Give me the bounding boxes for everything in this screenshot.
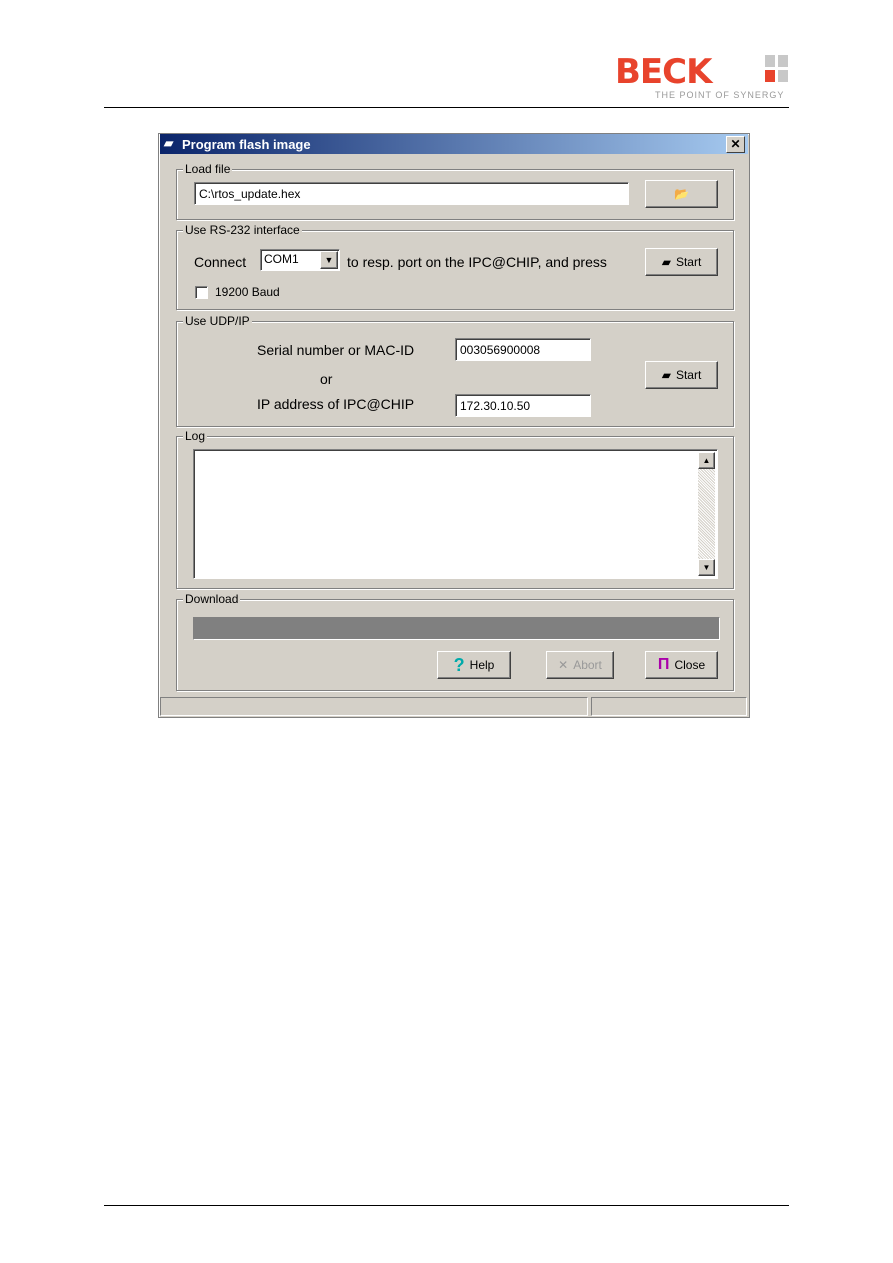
chip-icon: ▰: [661, 368, 671, 382]
question-icon: ?: [453, 654, 465, 675]
or-label: or: [320, 371, 333, 387]
close-button[interactable]: Π Close: [645, 651, 718, 679]
connect-label: Connect: [194, 254, 247, 270]
group-label: Download: [183, 592, 241, 606]
abort-button[interactable]: ✕ Abort: [546, 651, 614, 679]
chip-icon: ▰: [661, 255, 671, 269]
udp-start-button[interactable]: ▰ Start: [645, 361, 718, 389]
rs232-instruction: to resp. port on the IPC@CHIP, and press: [347, 254, 607, 270]
baud-label: 19200 Baud: [215, 285, 280, 299]
footer-rule: [104, 1205, 789, 1206]
dialog-title: Program flash image: [182, 137, 311, 152]
close-label: Close: [674, 658, 706, 672]
logo-tagline: THE POINT OF SYNERGY: [655, 90, 785, 100]
abort-label: Abort: [573, 658, 602, 672]
beck-logo: BECK: [615, 52, 712, 92]
chip-icon: ▰: [164, 136, 174, 150]
com-port-select[interactable]: COM1 ▼: [260, 249, 340, 271]
help-label: Help: [469, 658, 495, 672]
group-label: Use RS-232 interface: [183, 223, 302, 237]
folder-open-icon: 📂: [674, 187, 689, 201]
serial-label: Serial number or MAC-ID: [257, 342, 415, 358]
chevron-down-icon[interactable]: ▼: [320, 251, 338, 269]
scroll-up-icon[interactable]: ▲: [698, 452, 715, 469]
start-label: Start: [675, 255, 702, 269]
download-progress-bar: [193, 617, 720, 640]
com-port-value: COM1: [264, 252, 299, 266]
help-button[interactable]: ? Help: [437, 651, 511, 679]
group-label: Load file: [183, 162, 233, 176]
group-label: Log: [183, 429, 208, 443]
close-window-button[interactable]: ✕: [726, 136, 745, 153]
baud-checkbox[interactable]: [195, 286, 208, 299]
header-rule: [104, 107, 789, 108]
abort-x-icon: ✕: [558, 658, 569, 672]
status-pane-1: [160, 697, 588, 716]
logo-dots: [765, 55, 789, 83]
title-bar: ▰ Program flash image: [160, 134, 748, 154]
browse-button[interactable]: 📂: [645, 180, 718, 208]
start-label: Start: [675, 368, 702, 382]
ip-label: IP address of IPC@CHIP: [257, 396, 415, 412]
scroll-down-icon[interactable]: ▼: [698, 559, 715, 576]
log-textarea[interactable]: ▲ ▼: [193, 449, 718, 579]
file-path-input[interactable]: [194, 182, 629, 205]
serial-input[interactable]: [455, 338, 591, 361]
log-scrollbar[interactable]: ▲ ▼: [698, 452, 715, 576]
status-pane-2: [591, 697, 747, 716]
door-icon: Π: [657, 656, 670, 673]
group-label: Use UDP/IP: [183, 314, 252, 328]
ip-input[interactable]: [455, 394, 591, 417]
rs232-start-button[interactable]: ▰ Start: [645, 248, 718, 276]
